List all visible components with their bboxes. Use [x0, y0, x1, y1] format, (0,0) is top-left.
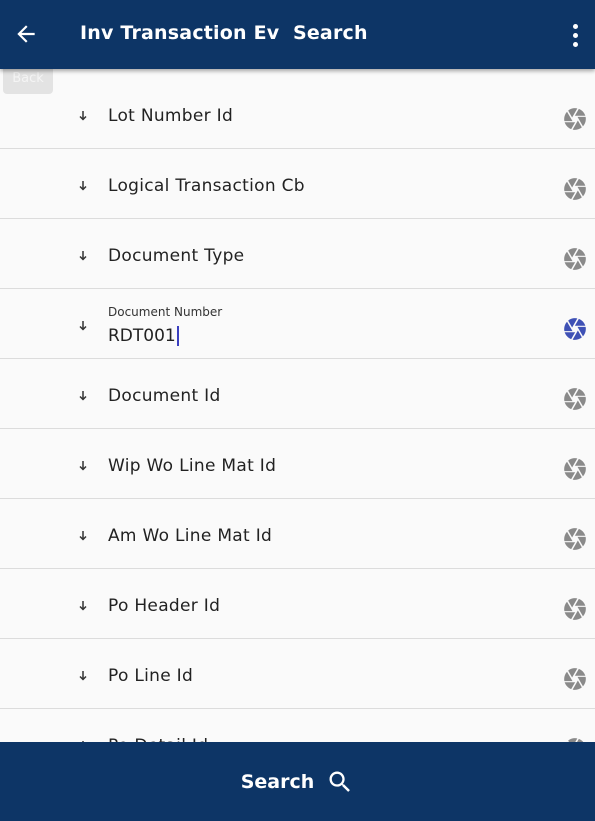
more-options-button[interactable] — [563, 18, 587, 52]
field-row-document-id[interactable]: Document Id — [0, 359, 595, 429]
search-icon — [329, 771, 351, 792]
search-button-label: Search — [240, 770, 315, 793]
field-label: Po Line Id — [108, 666, 194, 686]
arrow-down-icon[interactable] — [77, 529, 89, 543]
field-row-po-header-id[interactable]: Po Header Id — [0, 569, 595, 639]
aperture-icon[interactable] — [562, 666, 588, 692]
arrow-down-icon[interactable] — [77, 249, 89, 263]
field-label: Document Number — [108, 305, 223, 319]
search-field-list: Lot Number Id Logical Transaction Cb Doc… — [0, 79, 595, 779]
aperture-icon[interactable] — [562, 246, 588, 272]
aperture-icon[interactable] — [562, 596, 588, 622]
field-label: Document Id — [108, 386, 221, 406]
arrow-left-icon — [17, 25, 35, 43]
field-label: Logical Transaction Cb — [108, 176, 305, 196]
arrow-down-icon[interactable] — [77, 459, 89, 473]
arrow-down-icon[interactable] — [77, 389, 89, 403]
aperture-icon[interactable] — [562, 456, 588, 482]
aperture-icon[interactable] — [562, 526, 588, 552]
field-row-document-number[interactable]: Document Number RDT001 — [0, 289, 595, 359]
arrow-down-icon[interactable] — [77, 319, 89, 333]
field-label: Wip Wo Line Mat Id — [108, 456, 277, 476]
field-label: Am Wo Line Mat Id — [108, 526, 273, 546]
input-value: RDT001 — [108, 326, 176, 346]
app-bar: Inv Transaction Ev Search — [0, 0, 595, 69]
field-label: Document Type — [108, 246, 245, 266]
field-label: Po Header Id — [108, 596, 221, 616]
field-label: Lot Number Id — [108, 106, 234, 126]
field-row-document-type[interactable]: Document Type — [0, 219, 595, 289]
aperture-icon[interactable] — [562, 316, 588, 342]
back-button[interactable] — [8, 16, 44, 52]
more-vert-icon — [572, 23, 578, 29]
aperture-icon[interactable] — [562, 106, 588, 132]
text-cursor — [176, 326, 179, 346]
aperture-icon[interactable] — [562, 176, 588, 202]
arrow-down-icon[interactable] — [77, 669, 89, 683]
arrow-down-icon[interactable] — [77, 599, 89, 613]
field-row-lot-number-id[interactable]: Lot Number Id — [0, 79, 595, 149]
arrow-down-icon[interactable] — [77, 109, 89, 123]
search-button[interactable]: Search — [0, 742, 595, 821]
field-row-wip-wo-line-mat-id[interactable]: Wip Wo Line Mat Id — [0, 429, 595, 499]
field-row-logical-transaction-cb[interactable]: Logical Transaction Cb — [0, 149, 595, 219]
field-row-po-line-id[interactable]: Po Line Id — [0, 639, 595, 709]
field-row-am-wo-line-mat-id[interactable]: Am Wo Line Mat Id — [0, 499, 595, 569]
document-number-input[interactable]: RDT001 — [108, 326, 179, 346]
aperture-icon[interactable] — [562, 386, 588, 412]
arrow-down-icon[interactable] — [77, 179, 89, 193]
page-title: Inv Transaction Ev Search — [80, 22, 368, 44]
